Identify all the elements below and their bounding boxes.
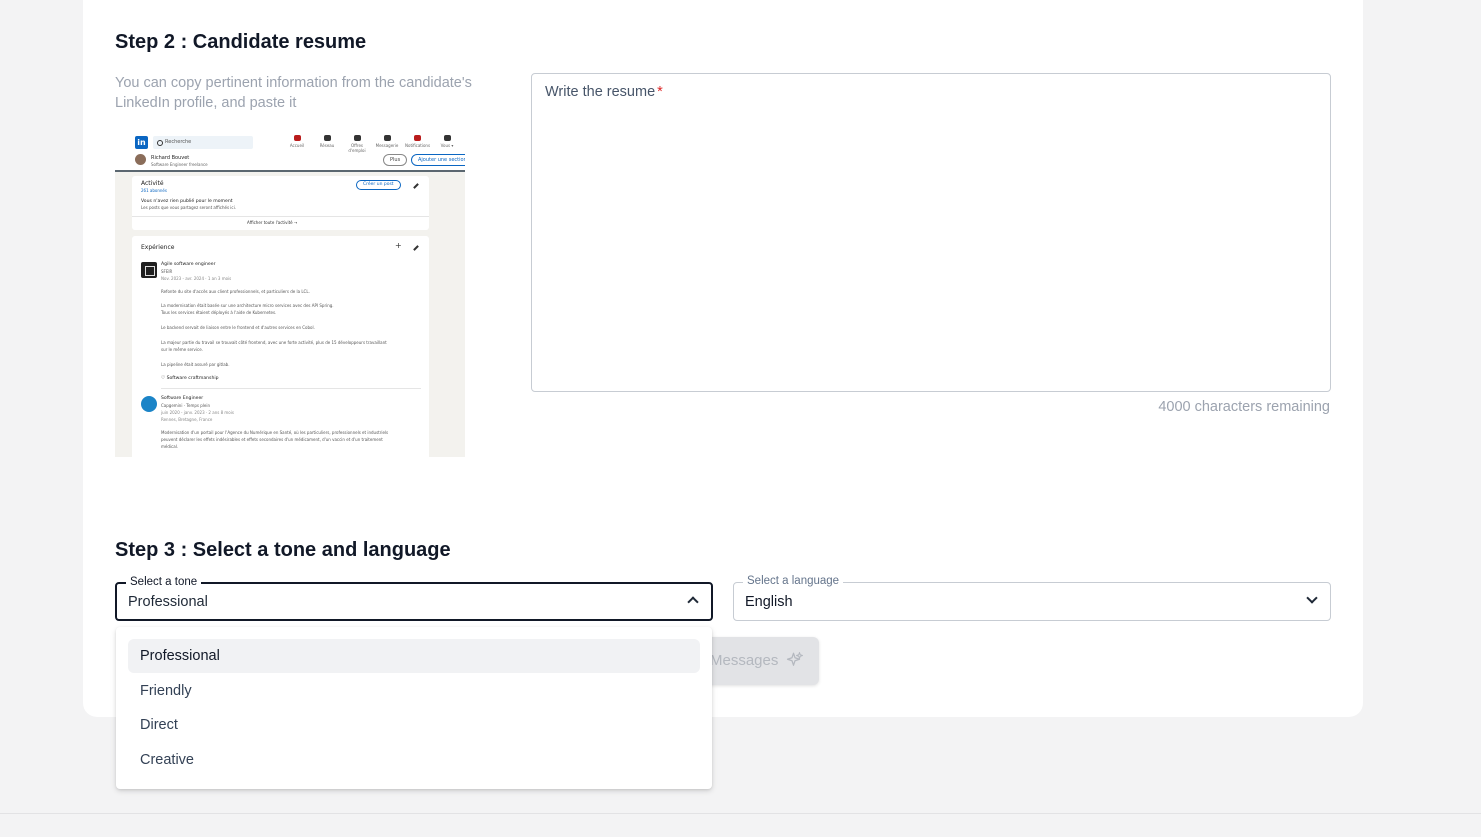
preview-job1-dates: Nov. 2023 - avr. 2024 · 1 an 3 mois — [161, 276, 232, 281]
briefcase-icon — [353, 135, 361, 141]
preview-create-post: Créer un post — [356, 180, 401, 190]
preview-activity-title: Activité — [141, 180, 164, 187]
preview-nothing: Vous n'avez rien publié pour le moment — [141, 199, 233, 204]
preview-divider — [132, 216, 429, 217]
preview-header: in Recherche Accueil Réseau Offres d'emp… — [115, 130, 465, 172]
preview-activity-panel: Activité 261 abonnés Créer un post Vous … — [132, 176, 429, 230]
preview-job2-location: Rennes, Bretagne, France — [161, 417, 213, 422]
pencil-icon — [413, 183, 419, 189]
preview-job1-line: La pipeline était assuré par gitlab. — [161, 362, 230, 367]
network-icon — [323, 135, 331, 141]
tone-select-value: Professional — [128, 594, 208, 610]
preview-activity-subs: 261 abonnés — [141, 188, 167, 193]
preview-job1-line: sur le même service. — [161, 347, 203, 352]
preview-job1-skill: ♡ Software craftmanship — [161, 376, 219, 381]
preview-nav-item: Vous ▾ — [435, 133, 459, 153]
tone-select-label: Select a tone — [126, 574, 202, 590]
preview-job2-dates: juin 2020 - janv. 2023 · 2 ans 8 mois — [161, 410, 234, 415]
avatar-icon — [443, 135, 451, 141]
preview-job1-line: Refonte du site d'accès aux client profe… — [161, 289, 310, 294]
tone-option-direct[interactable]: Direct — [128, 708, 700, 742]
tone-option-creative[interactable]: Creative — [128, 743, 700, 777]
step3-title: Step 3 : Select a tone and language — [115, 539, 451, 561]
chars-remaining: 4000 characters remaining — [1158, 399, 1330, 415]
generate-button-label: Messages — [710, 652, 779, 669]
preview-job1-line: Tous les services étaient déployés à l'a… — [161, 310, 277, 315]
preview-job2-line: Modernisation d'un portail pour l'Agence… — [161, 430, 389, 435]
preview-job2-line: médical. — [161, 444, 179, 449]
preview-experience-panel: Expérience + Agile software engineer SFE… — [132, 236, 429, 457]
preview-job1-line: La majeur partie du travail se trouvait … — [161, 340, 387, 345]
linkedin-logo-icon: in — [135, 136, 148, 149]
capgemini-logo-icon — [141, 396, 157, 412]
preview-nav-item: Messagerie — [375, 133, 399, 153]
preview-job2-line: peuvent déclarer les effets indésirables… — [161, 437, 383, 442]
preview-nav: Accueil Réseau Offres d'emploi Messageri… — [285, 133, 459, 153]
preview-job1-title: Agile software engineer — [161, 262, 216, 267]
preview-job1-line: La modernisation était basée sur une arc… — [161, 303, 334, 308]
preview-job1-company: SFEIR — [161, 269, 173, 274]
plus-icon: + — [395, 241, 402, 250]
language-select[interactable]: Select a language English — [733, 573, 1331, 621]
tone-options-menu: Professional Friendly Direct Creative — [116, 627, 712, 789]
footer-divider — [0, 813, 1481, 814]
step2-title: Step 2 : Candidate resume — [115, 31, 367, 53]
home-icon — [293, 135, 301, 141]
preview-job1-line: Le backend servait de liaison entre le f… — [161, 325, 315, 330]
resume-textarea[interactable] — [531, 73, 1331, 392]
sfeir-logo-icon — [141, 262, 157, 278]
preview-show-all: Afficher toute l'activité → — [247, 220, 298, 225]
preview-exp-title: Expérience — [141, 244, 175, 251]
preview-nav-item: Accueil — [285, 133, 309, 153]
pencil-icon — [413, 245, 419, 251]
preview-plus-button: Plus — [383, 154, 408, 166]
sparkle-icon — [786, 652, 803, 666]
chevron-up-icon[interactable] — [687, 596, 699, 608]
bell-icon — [413, 135, 421, 141]
preview-nav-item: Offres d'emploi — [345, 133, 369, 153]
resume-placeholder: Write the resume * — [545, 84, 663, 100]
tone-option-friendly[interactable]: Friendly — [128, 674, 700, 708]
required-asterisk: * — [657, 84, 663, 100]
language-select-value: English — [745, 594, 793, 610]
preview-profile-name: Richard Bouvet — [151, 155, 190, 161]
language-select-label: Select a language — [743, 573, 844, 589]
preview-search: Recherche — [153, 136, 253, 149]
chevron-down-icon[interactable] — [1306, 592, 1318, 604]
step2-help-text: You can copy pertinent information from … — [115, 75, 472, 111]
preview-divider — [161, 388, 421, 389]
tone-option-professional[interactable]: Professional — [128, 639, 700, 673]
preview-add-section-button: Ajouter une section — [411, 154, 465, 166]
message-icon — [383, 135, 391, 141]
preview-nav-item: Réseau — [315, 133, 339, 153]
preview-nothing-sub: Les posts que vous partagez seront affic… — [141, 205, 236, 210]
preview-job2-title: Software Engineer — [161, 396, 204, 401]
preview-avatar — [135, 154, 146, 165]
linkedin-preview-image: in Recherche Accueil Réseau Offres d'emp… — [115, 130, 465, 457]
preview-job2-company: Capgemini · Temps plein — [161, 403, 211, 408]
preview-nav-item: Notifications — [405, 133, 430, 153]
preview-profile-sub: Software Engineer freelance — [151, 162, 208, 167]
tone-select[interactable]: Select a tone Professional — [115, 574, 713, 621]
